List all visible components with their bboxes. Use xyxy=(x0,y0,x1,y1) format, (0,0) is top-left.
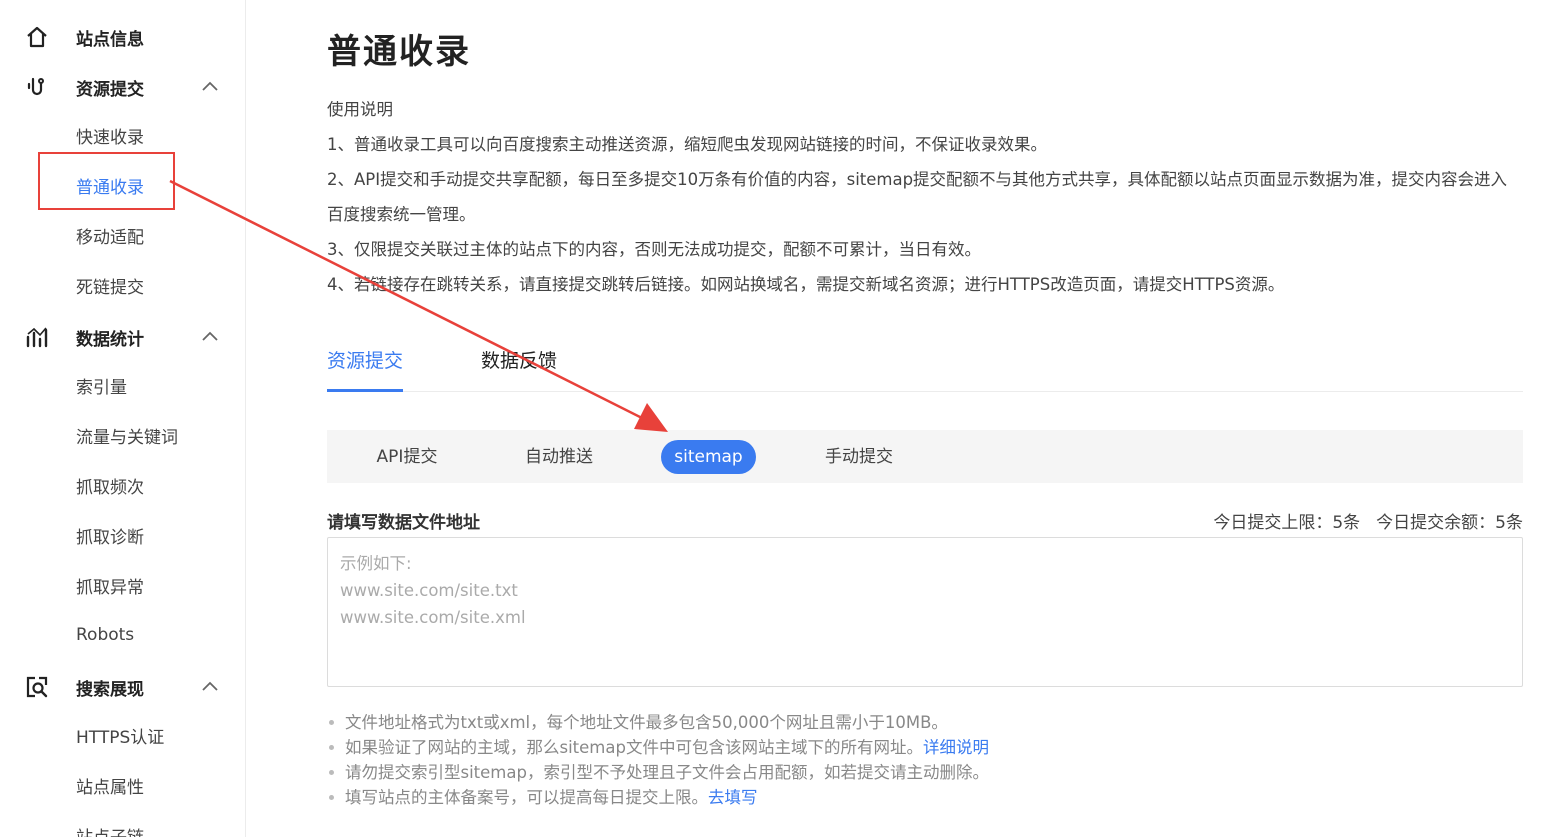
sidebar-group-label: 资源提交 xyxy=(76,79,144,100)
sidebar-item-crawl-diagnosis[interactable]: 抓取诊断 xyxy=(0,515,245,555)
sidebar-item-mobile-adapt[interactable]: 移动适配 xyxy=(0,215,245,255)
sidebar-item-label: 站点属性 xyxy=(76,777,144,798)
sidebar-group-label: 搜索展现 xyxy=(76,679,144,700)
sidebar-group-data-stats[interactable]: 数据统计 xyxy=(0,317,245,357)
main-tabs: 资源提交 数据反馈 xyxy=(327,334,1523,392)
subtab-manual-submit[interactable]: 手动提交 xyxy=(809,440,909,474)
sitemap-url-input[interactable] xyxy=(327,537,1523,687)
sidebar-item-label: 抓取异常 xyxy=(76,577,144,598)
usage-instructions: 使用说明 1、普通收录工具可以向百度搜索主动推送资源，缩短爬虫发现网站链接的时间… xyxy=(327,92,1523,302)
search-frame-icon xyxy=(24,674,50,700)
sidebar-item-label: 抓取诊断 xyxy=(76,527,144,548)
hook-icon xyxy=(24,74,50,100)
main-content: 普通收录 使用说明 1、普通收录工具可以向百度搜索主动推送资源，缩短爬虫发现网站… xyxy=(327,0,1523,837)
sidebar-item-traffic-keywords[interactable]: 流量与关键词 xyxy=(0,415,245,455)
note-item: 文件地址格式为txt或xml，每个地址文件最多包含50,000个网址且需小于10… xyxy=(327,710,1523,735)
sidebar-item-dead-link[interactable]: 死链提交 xyxy=(0,265,245,305)
tab-resource-submit[interactable]: 资源提交 xyxy=(327,346,404,392)
sidebar-item-label: 快速收录 xyxy=(76,127,144,148)
details-link[interactable]: 详细说明 xyxy=(923,738,989,757)
sidebar-item-label: 移动适配 xyxy=(76,227,144,248)
sitemap-notes: 文件地址格式为txt或xml，每个地址文件最多包含50,000个网址且需小于10… xyxy=(327,710,1523,810)
note-item: 如果验证了网站的主域，那么sitemap文件中可包含该网站主域下的所有网址。详细… xyxy=(327,735,1523,760)
quota-limit: 今日提交上限：5条 xyxy=(1213,513,1361,533)
chevron-up-icon[interactable] xyxy=(200,327,220,347)
sidebar-item-label: Robots xyxy=(76,625,135,645)
fill-in-link[interactable]: 去填写 xyxy=(708,788,758,807)
instruction-line: 4、若链接存在跳转关系，请直接提交跳转后链接。如网站换域名，需提交新域名资源；进… xyxy=(327,275,1285,294)
chevron-up-icon[interactable] xyxy=(200,77,220,97)
sidebar-item-fast-index[interactable]: 快速收录 xyxy=(0,115,245,155)
sidebar-item-label: 普通收录 xyxy=(76,177,144,198)
sidebar-group-resource-submit[interactable]: 资源提交 xyxy=(0,67,245,107)
instructions-title: 使用说明 xyxy=(327,100,393,119)
note-item: 填写站点的主体备案号，可以提高每日提交上限。去填写 xyxy=(327,785,1523,810)
sidebar-item-robots[interactable]: Robots xyxy=(0,615,245,655)
note-text: 如果验证了网站的主域，那么sitemap文件中可包含该网站主域下的所有网址。 xyxy=(345,738,923,757)
subtab-sitemap[interactable]: sitemap xyxy=(661,440,756,474)
sidebar: 站点信息 资源提交 快速收录 普通收录 移动适配 死链提交 数据统计 索引量 流… xyxy=(0,0,246,837)
home-icon xyxy=(24,24,50,50)
sidebar-item-crawl-frequency[interactable]: 抓取频次 xyxy=(0,465,245,505)
sidebar-group-label: 数据统计 xyxy=(76,329,144,350)
sidebar-item-site-sublinks[interactable]: 站点子链 xyxy=(0,815,245,837)
chevron-up-icon[interactable] xyxy=(200,677,220,697)
sidebar-item-crawl-errors[interactable]: 抓取异常 xyxy=(0,565,245,605)
sidebar-item-label: 流量与关键词 xyxy=(76,427,178,448)
sidebar-item-label: 死链提交 xyxy=(76,277,144,298)
subtab-auto-push[interactable]: 自动推送 xyxy=(509,440,609,474)
instruction-line: 2、API提交和手动提交共享配额，每日至多提交10万条有价值的内容，sitema… xyxy=(327,170,1508,224)
sidebar-group-search-display[interactable]: 搜索展现 xyxy=(0,667,245,707)
sidebar-item-https-auth[interactable]: HTTPS认证 xyxy=(0,715,245,755)
sidebar-item-label: 索引量 xyxy=(76,377,127,398)
sidebar-item-site-attributes[interactable]: 站点属性 xyxy=(0,765,245,805)
subtab-api-submit[interactable]: API提交 xyxy=(357,440,457,474)
note-item: 请勿提交索引型sitemap，索引型不予处理且子文件会占用配额，如若提交请主动删… xyxy=(327,760,1523,785)
quota-remaining: 今日提交余额：5条 xyxy=(1376,513,1523,533)
submit-method-tabs: API提交 自动推送 sitemap 手动提交 xyxy=(327,430,1523,483)
instruction-line: 1、普通收录工具可以向百度搜索主动推送资源，缩短爬虫发现网站链接的时间，不保证收… xyxy=(327,135,1047,154)
tab-data-feedback[interactable]: 数据反馈 xyxy=(481,346,557,392)
page-title: 普通收录 xyxy=(327,32,471,72)
sidebar-item-normal-index[interactable]: 普通收录 xyxy=(0,165,245,205)
sidebar-group-site-info[interactable]: 站点信息 xyxy=(0,17,245,57)
sidebar-item-label: HTTPS认证 xyxy=(76,727,165,748)
quota-info: 今日提交上限：5条 今日提交余额：5条 xyxy=(1213,508,1523,533)
sidebar-item-index-count[interactable]: 索引量 xyxy=(0,365,245,405)
sitemap-field-label: 请填写数据文件地址 xyxy=(327,513,480,533)
sidebar-item-label: 抓取频次 xyxy=(76,477,144,498)
note-text: 填写站点的主体备案号，可以提高每日提交上限。 xyxy=(345,788,708,807)
sidebar-group-label: 站点信息 xyxy=(76,29,144,50)
chart-icon xyxy=(24,324,50,350)
note-text: 文件地址格式为txt或xml，每个地址文件最多包含50,000个网址且需小于10… xyxy=(345,713,948,732)
instruction-line: 3、仅限提交关联过主体的站点下的内容，否则无法成功提交，配额不可累计，当日有效。 xyxy=(327,240,981,259)
note-text: 请勿提交索引型sitemap，索引型不予处理且子文件会占用配额，如若提交请主动删… xyxy=(345,763,989,782)
sidebar-item-label: 站点子链 xyxy=(76,823,144,837)
